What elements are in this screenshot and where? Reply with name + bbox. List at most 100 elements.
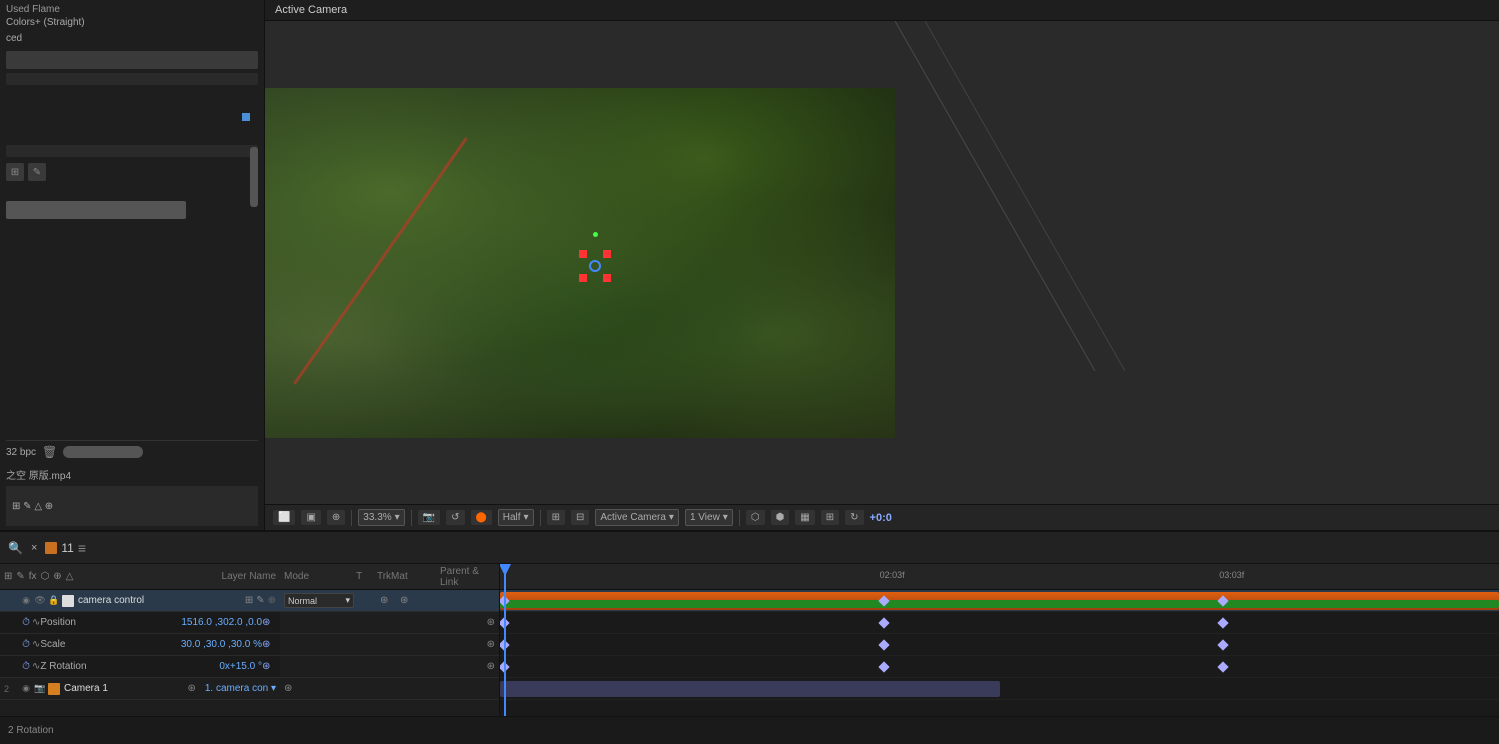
snapshot-btn[interactable]: ⬜ bbox=[273, 510, 295, 525]
color-btn[interactable]: ⬤ bbox=[471, 510, 492, 525]
prop-icon-position: ⏱ bbox=[20, 617, 32, 629]
layer-row-camera1[interactable]: 2 ◉ 📷 Camera 1 ⊛ 1. camera con ▾ bbox=[0, 678, 280, 700]
tracker-dot-br bbox=[603, 274, 611, 282]
loop-btn[interactable]: ↺ bbox=[446, 510, 464, 525]
camera1-row-icons: ◉ 📷 bbox=[20, 683, 46, 695]
layer-switch-2[interactable]: ✎ bbox=[256, 595, 264, 606]
layer-row-position[interactable]: ⏱ ∿ Position 1516.0 ,302.0 ,0.0 ⊛ bbox=[0, 612, 280, 634]
solo-icon-2[interactable]: ◉ bbox=[20, 683, 32, 695]
layer-row-z-rotation[interactable]: ⏱ ∿ Z Rotation 0x+15.0 ° ⊛ bbox=[0, 656, 280, 678]
viewer-mode-btn[interactable]: ⊕ bbox=[327, 510, 345, 525]
layer-cam-icon: 📷 bbox=[34, 683, 46, 695]
layer-header-icons: ⊞ ✎ fx ⬡ ⊕ △ bbox=[4, 571, 218, 582]
trash-icon[interactable]: 🗑 bbox=[42, 445, 57, 459]
tl-x-btn[interactable]: × bbox=[31, 542, 37, 554]
timecode-2: 03:03f bbox=[1219, 570, 1244, 580]
comp-viewer-wrapper: Active Camera bbox=[265, 0, 1499, 530]
sync-btn[interactable]: ↻ bbox=[845, 510, 863, 525]
diag-svg bbox=[895, 21, 1499, 504]
scroll-thumb[interactable] bbox=[250, 147, 258, 207]
prop-name-scale: Scale bbox=[40, 639, 174, 650]
kf-rot-3 bbox=[1218, 661, 1229, 672]
spiral-position: ⊛ bbox=[487, 617, 495, 628]
track-bar-cam1 bbox=[500, 681, 1000, 697]
tl-search-icon[interactable]: 🔍 bbox=[8, 541, 23, 555]
panel-icon-2[interactable]: ✎ bbox=[28, 163, 46, 181]
comp-title-bar: Active Camera bbox=[265, 0, 1499, 21]
views-value: 1 View bbox=[690, 512, 720, 523]
lock-icon[interactable]: 🔒 bbox=[48, 595, 60, 607]
layer-row-scale[interactable]: ⏱ ∿ Scale 30.0 ,30.0 ,30.0 % ⊛ bbox=[0, 634, 280, 656]
network-btn[interactable]: ⊞ bbox=[821, 510, 839, 525]
layer-swatch-2 bbox=[48, 683, 60, 695]
hdr-icon-adj: △ bbox=[66, 571, 74, 582]
comp-viewer: Active Camera bbox=[265, 0, 1499, 530]
quality-chevron: ▾ bbox=[524, 512, 529, 523]
eye-icon[interactable]: 👁 bbox=[34, 595, 46, 607]
prop-spiral-scale: ⊛ bbox=[262, 639, 276, 650]
tl-menu-icon[interactable]: ≡ bbox=[78, 540, 86, 556]
prop-name-rotation: Z Rotation bbox=[40, 661, 213, 672]
display-btn[interactable]: ▣ bbox=[301, 510, 320, 525]
camera-view-dropdown[interactable]: Active Camera ▾ bbox=[595, 509, 679, 526]
comp-canvas-area bbox=[265, 21, 1499, 504]
layer-switch-1[interactable]: ⊞ bbox=[245, 595, 253, 606]
hdr-icon-fx: fx bbox=[29, 571, 37, 582]
track-row-cam-control bbox=[500, 590, 1499, 612]
timeline-content: ⊞ ✎ fx ⬡ ⊕ △ Layer Name ◉ 👁 🔒 bbox=[0, 564, 1499, 716]
tracks-ruler: 02:03f 03:03f bbox=[500, 564, 1499, 590]
right-diag-area bbox=[895, 21, 1499, 504]
solo-icon[interactable]: ◉ bbox=[20, 595, 32, 607]
timecode-1: 02:03f bbox=[880, 570, 905, 580]
grid-btn[interactable]: ⊞ bbox=[547, 510, 565, 525]
layer-name-camera1: Camera 1 bbox=[64, 683, 187, 694]
zoom-dropdown[interactable]: 33.3% ▾ bbox=[358, 509, 404, 526]
sep-3 bbox=[540, 510, 541, 526]
track-row-scale bbox=[500, 634, 1499, 656]
layer-row-camera-control[interactable]: ◉ 👁 🔒 camera control ⊞ ✎ ⊕ bbox=[0, 590, 280, 612]
hdr-layer-name: Layer Name bbox=[222, 571, 276, 582]
spiral-trkmat-cam: ⊛ bbox=[380, 595, 394, 606]
tracker-center bbox=[589, 260, 601, 272]
mode-row-rotation: ⊛ bbox=[280, 656, 499, 678]
export-btn[interactable]: ⬡ bbox=[746, 510, 765, 525]
views-chevron: ▾ bbox=[723, 512, 728, 523]
prop-graph-icon: ∿ bbox=[32, 617, 40, 628]
parent-val-cam1: 1. camera con ▾ bbox=[205, 683, 276, 694]
mode-dropdown-cam[interactable]: Normal ▾ bbox=[284, 593, 354, 608]
file-label: 之空 原版.mp4 bbox=[6, 467, 258, 482]
quality-dropdown[interactable]: Half ▾ bbox=[498, 509, 534, 526]
spiral-parent-cam1: ⊛ bbox=[284, 683, 292, 694]
panel-controls-row: ⊞ ✎ △ ⊕ bbox=[6, 486, 258, 526]
camera-icon-btn[interactable]: 📷 bbox=[418, 510, 440, 525]
timeline-header-icons: 🔍 × 11 ≡ bbox=[8, 540, 86, 556]
spiral-scale: ⊛ bbox=[487, 639, 495, 650]
tracker-widget[interactable] bbox=[575, 246, 615, 286]
layer-header-cols: ⊞ ✎ fx ⬡ ⊕ △ Layer Name bbox=[0, 564, 280, 590]
layer-num-2: 2 bbox=[4, 684, 20, 694]
render-btn[interactable]: ⬢ bbox=[771, 510, 790, 525]
panel-icon-1[interactable]: ⊞ bbox=[6, 163, 24, 181]
video-background bbox=[265, 88, 895, 438]
opacity-slider[interactable] bbox=[63, 446, 143, 458]
layer-switch-3[interactable]: ⊕ bbox=[268, 595, 276, 606]
prop-spiral-rotation: ⊛ bbox=[262, 661, 276, 672]
blue-indicator bbox=[242, 113, 250, 121]
prop-spiral-position: ⊛ bbox=[262, 617, 276, 628]
sep-2 bbox=[411, 510, 412, 526]
mode-val-cam: Normal bbox=[288, 596, 317, 606]
tl-rect-icon bbox=[45, 542, 57, 554]
views-dropdown[interactable]: 1 View ▾ bbox=[685, 509, 733, 526]
safe-btn[interactable]: ⊟ bbox=[571, 510, 589, 525]
timecode-offset: +0:0 bbox=[870, 512, 892, 524]
mode-header: Mode T TrkMat Parent & Link bbox=[280, 564, 499, 590]
mode-chevron-cam: ▾ bbox=[345, 595, 350, 606]
kf-pos-3 bbox=[1218, 617, 1229, 628]
chart-btn[interactable]: ▦ bbox=[795, 510, 814, 525]
used-flame-label: Used Flame bbox=[6, 4, 258, 15]
ced-label: ced bbox=[6, 31, 258, 47]
tracker-dot-tr bbox=[603, 250, 611, 258]
prop-icon-rotation: ⏱ bbox=[20, 661, 32, 673]
track-row-position bbox=[500, 612, 1499, 634]
prop-val-scale: 30.0 ,30.0 ,30.0 % bbox=[181, 639, 262, 650]
